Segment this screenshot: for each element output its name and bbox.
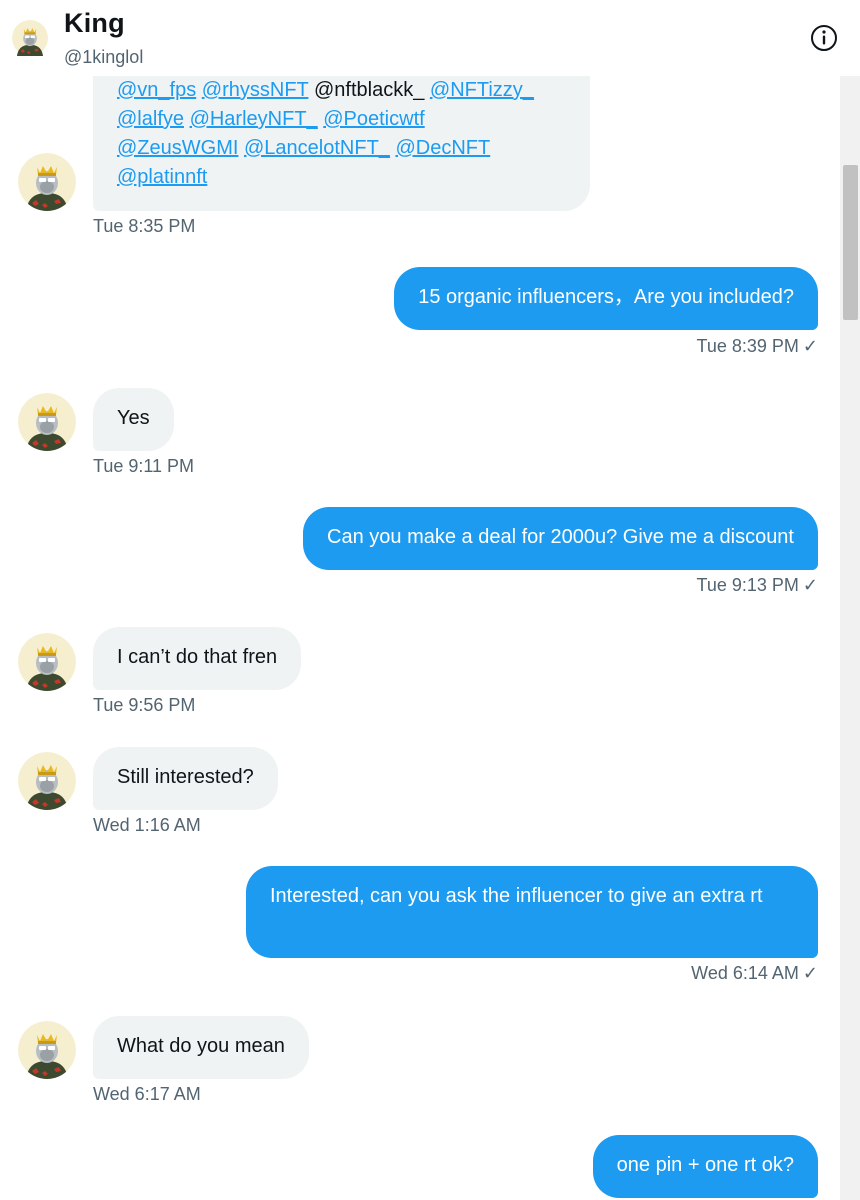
mention-line: @vn_fps @rhyssNFT @nftblackk_ @NFTizzy_	[117, 76, 566, 105]
avatar-icon[interactable]	[18, 633, 76, 691]
message-bubble-outgoing[interactable]: one pin + one rt ok?	[592, 1135, 818, 1198]
message-timestamp: Wed 6:17 AM	[93, 1084, 201, 1104]
message-text: I can’t do that fren	[117, 646, 278, 668]
mention-text: @nftblackk_	[313, 79, 425, 101]
message-timestamp: Wed 6:14 AM ✓	[691, 963, 818, 984]
message-text: Still interested?	[117, 766, 254, 788]
mention-link[interactable]: @NFTizzy_	[430, 79, 534, 101]
message-timestamp: Tue 8:39 PM ✓	[697, 336, 818, 357]
message-bubble-outgoing[interactable]: Interested, can you ask the influencer t…	[246, 866, 818, 958]
checkmark-icon: ✓	[802, 963, 818, 983]
avatar-icon[interactable]	[18, 752, 76, 810]
message-bubble-incoming[interactable]: What do you mean	[93, 1016, 309, 1079]
message-timestamp: Tue 9:13 PM ✓	[697, 575, 818, 596]
message-text: Yes	[117, 407, 150, 429]
mention-link[interactable]: @lalfye	[117, 108, 184, 130]
mention-link[interactable]: @vn_fps	[117, 79, 196, 101]
message-bubble-incoming[interactable]: I can’t do that fren	[93, 627, 302, 690]
mention-line: @platinnft	[117, 163, 566, 192]
mention-link[interactable]: @DecNFT	[395, 137, 490, 159]
mention-link[interactable]: @platinnft	[117, 166, 207, 188]
contact-name[interactable]: King	[64, 8, 125, 39]
timestamp-text: Wed 6:14 AM	[691, 963, 799, 983]
timestamp-text: Tue 9:13 PM	[696, 575, 799, 595]
mention-link[interactable]: @rhyssNFT	[202, 79, 309, 101]
timestamp-text: Tue 8:39 PM	[696, 336, 799, 356]
message-bubble-outgoing[interactable]: Can you make a deal for 2000u? Give me a…	[303, 507, 818, 570]
message-text: What do you mean	[117, 1035, 285, 1057]
message-text: Can you make a deal for 2000u? Give me a…	[327, 526, 794, 548]
avatar-icon[interactable]	[12, 20, 48, 56]
info-icon[interactable]	[808, 22, 840, 54]
message-timestamp: Tue 8:35 PM	[93, 216, 196, 236]
mention-link[interactable]: @HarleyNFT_	[190, 108, 318, 130]
avatar-icon[interactable]	[18, 1021, 76, 1079]
avatar-icon[interactable]	[18, 393, 76, 451]
message-bubble-incoming[interactable]: Still interested?	[93, 747, 278, 810]
message-text: 15 organic influencers，Are you included?	[418, 286, 794, 308]
conversation-header: King @1kinglol	[0, 0, 860, 76]
mention-line: @ZeusWGMI @LancelotNFT_ @DecNFT	[117, 134, 566, 163]
message-bubble-outgoing[interactable]: 15 organic influencers，Are you included?	[394, 267, 818, 330]
checkmark-icon: ✓	[802, 336, 818, 356]
message-text: one pin + one rt ok?	[616, 1154, 794, 1176]
mention-link[interactable]: @LancelotNFT_	[244, 137, 390, 159]
avatar-icon[interactable]	[18, 153, 76, 211]
mention-link[interactable]: @ZeusWGMI	[117, 137, 238, 159]
checkmark-icon: ✓	[802, 575, 818, 595]
scrollbar-thumb[interactable]	[843, 165, 858, 320]
message-timestamp: Tue 9:11 PM	[93, 456, 195, 476]
message-bubble-incoming[interactable]: Yes	[93, 388, 174, 451]
mention-link[interactable]: @Poeticwtf	[323, 108, 424, 130]
message-text: Interested, can you ask the influencer t…	[270, 885, 763, 907]
contact-handle: @1kinglol	[64, 47, 144, 67]
mention-line: @lalfye @HarleyNFT_ @Poeticwtf	[117, 105, 566, 134]
message-timestamp: Wed 1:16 AM	[93, 815, 201, 835]
message-timestamp: Tue 9:56 PM	[93, 695, 196, 715]
